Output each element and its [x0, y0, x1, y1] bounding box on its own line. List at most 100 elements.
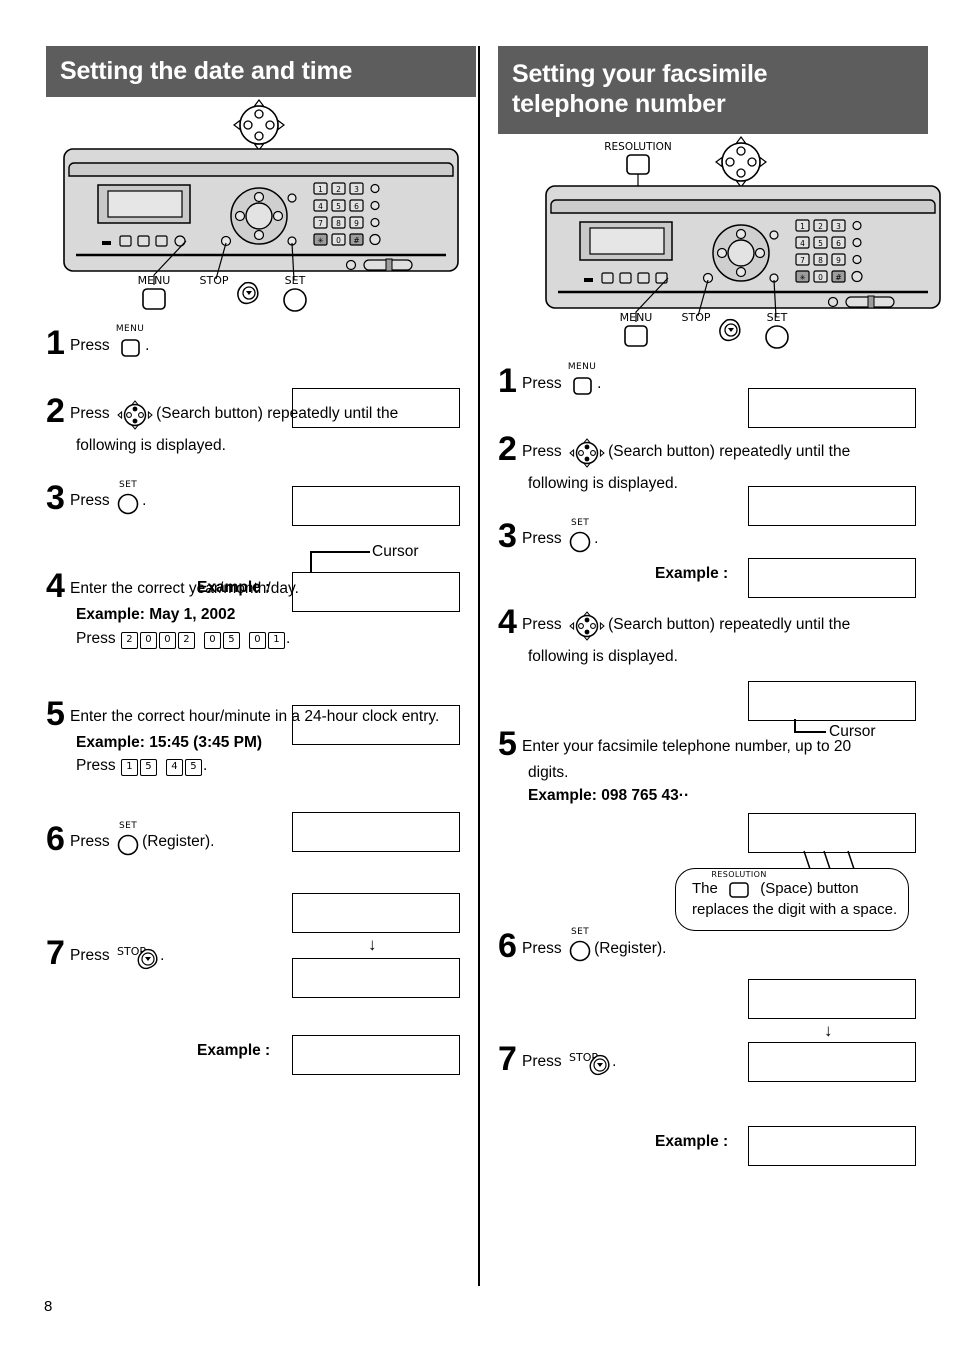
left-section-heading: Setting the date and time — [46, 46, 476, 97]
step-number: 3 — [498, 517, 517, 556]
right-step-6: 6 Press SET (Register). — [498, 927, 928, 965]
left-step-7: 7 Press STOP . — [46, 936, 476, 970]
manual-page: Setting the date and time 1 2 3 4 5 6 7 … — [0, 0, 954, 1349]
left-column: Setting the date and time 1 2 3 4 5 6 7 … — [46, 0, 476, 1075]
step-text: Enter your facsimile telephone number, u… — [522, 737, 852, 755]
keypad-key[interactable]: 5 — [222, 631, 240, 649]
step-number: 2 — [46, 392, 65, 430]
step-text: Press — [70, 947, 110, 965]
stop-button-icon[interactable]: STOP — [567, 1050, 611, 1075]
keypad-key[interactable]: 0 — [139, 631, 157, 649]
set-button-icon[interactable]: SET — [116, 480, 140, 514]
lcd-display — [748, 388, 916, 428]
balloon-line-1: The RESOLUTION (Space) button — [692, 870, 892, 900]
fax-body: 1 2 3 4 5 6 7 8 9 ✳ 0 # — [545, 185, 941, 309]
step-text: Press — [522, 940, 562, 957]
keypad-key[interactable]: 0 — [158, 631, 176, 649]
keypad-key[interactable]: 2 — [120, 631, 138, 649]
set-button-icon[interactable]: SET — [568, 927, 592, 962]
navigator-search-button-icon[interactable] — [569, 611, 605, 641]
svg-text:6: 6 — [354, 202, 359, 211]
cursor-leader-horizontal — [310, 551, 370, 553]
step-period: . — [142, 492, 147, 510]
step-number: 3 — [46, 479, 65, 518]
step-text: Press — [70, 833, 110, 851]
step-text-after: (Search button) repeatedly until the — [156, 405, 399, 422]
balloon-line-2: replaces the digit with a space. — [692, 901, 898, 918]
step-period: . — [612, 1053, 617, 1070]
svg-text:9: 9 — [354, 219, 359, 228]
example-label: Example : — [197, 1042, 271, 1059]
step-text: Press — [70, 492, 110, 510]
svg-text:1: 1 — [800, 222, 805, 231]
keypad-key[interactable]: 1 — [267, 631, 285, 649]
step-period: . — [285, 629, 291, 647]
step-text: Press — [522, 375, 562, 392]
step-example: Example: 098 765 43·· — [528, 786, 690, 804]
set-button-icon[interactable]: SET — [568, 518, 592, 552]
svg-text:7: 7 — [318, 219, 323, 228]
step-text-after: (Search button) repeatedly until the — [608, 616, 851, 634]
menu-button-icon[interactable]: MENU — [568, 362, 596, 397]
step-text: Press — [70, 337, 110, 354]
svg-text:8: 8 — [336, 219, 341, 228]
keypad-key[interactable]: 4 — [165, 759, 183, 776]
right-step-3: 3 Press SET . — [498, 517, 928, 556]
keypad-key[interactable]: 1 — [120, 759, 138, 776]
left-machine-diagram: 123 456 789 ✳ 0 # MENU STOP SET — [46, 97, 476, 322]
svg-text:6: 6 — [836, 239, 841, 248]
set-button-icon[interactable]: SET — [116, 821, 140, 855]
lcd-display — [748, 979, 916, 1019]
step-number: 7 — [46, 934, 65, 973]
callout-menu-key — [142, 288, 166, 310]
step-number: 7 — [498, 1040, 517, 1078]
callout-set-label: SET — [767, 311, 788, 324]
navigator-search-button-icon[interactable] — [569, 437, 605, 468]
svg-text:#: # — [353, 236, 359, 245]
step-text: Press — [522, 616, 562, 634]
svg-text:#: # — [835, 273, 841, 282]
step-text-after: (Register). — [142, 833, 215, 851]
step-text-line2: following is displayed. — [76, 437, 226, 454]
keypad-key[interactable]: 2 — [177, 631, 195, 649]
navigator-search-button-icon[interactable] — [117, 399, 153, 430]
svg-text:1: 1 — [318, 185, 323, 194]
menu-button-icon[interactable]: MENU — [116, 324, 144, 359]
lcd-display — [748, 558, 916, 598]
step-number: 4 — [46, 567, 65, 606]
callout-set-key — [283, 288, 307, 312]
svg-text:4: 4 — [800, 239, 805, 248]
callout-stop-key — [237, 281, 259, 305]
keypad-key[interactable]: 0 — [203, 631, 221, 649]
step-number: 6 — [498, 927, 517, 965]
svg-text:0: 0 — [336, 236, 341, 245]
balloon-text-before: The — [692, 879, 718, 897]
heading-line-1: Setting your facsimile — [512, 60, 768, 88]
left-step-1: 1 Press MENU . — [46, 324, 476, 360]
lcd-display — [292, 1035, 460, 1075]
lcd-display — [292, 893, 460, 933]
svg-text:7: 7 — [800, 256, 805, 265]
step-text-line2: digits. — [528, 763, 569, 781]
step-number: 5 — [46, 694, 65, 733]
callout-set-key — [765, 325, 789, 349]
step-period: . — [202, 757, 208, 774]
stop-button-icon[interactable]: STOP — [115, 944, 159, 970]
example-label: Example : — [655, 1133, 729, 1150]
svg-text:3: 3 — [836, 222, 841, 231]
step-text-after: (Register). — [594, 940, 667, 957]
step-text-line2: following is displayed. — [528, 648, 678, 666]
right-column: Setting your facsimile telephone number … — [498, 0, 941, 1166]
callout-menu-key — [624, 325, 648, 347]
right-machine-diagram: RESOLUTION 1 2 3 4 5 6 7 8 9 ✳ 0 # MENU … — [498, 134, 941, 359]
callout-resolution-label: RESOLUTION — [604, 141, 672, 153]
step-text: Press — [522, 443, 562, 460]
keypad-key[interactable]: 0 — [248, 631, 266, 649]
step-number: 6 — [46, 820, 65, 859]
step-text-after: (Search button) repeatedly until the — [608, 443, 851, 460]
column-divider — [478, 46, 480, 1286]
keypad-key[interactable]: 5 — [139, 759, 157, 776]
svg-text:5: 5 — [818, 239, 823, 248]
keypad-key[interactable]: 5 — [184, 759, 202, 776]
resolution-button-icon[interactable]: RESOLUTION — [711, 870, 766, 900]
